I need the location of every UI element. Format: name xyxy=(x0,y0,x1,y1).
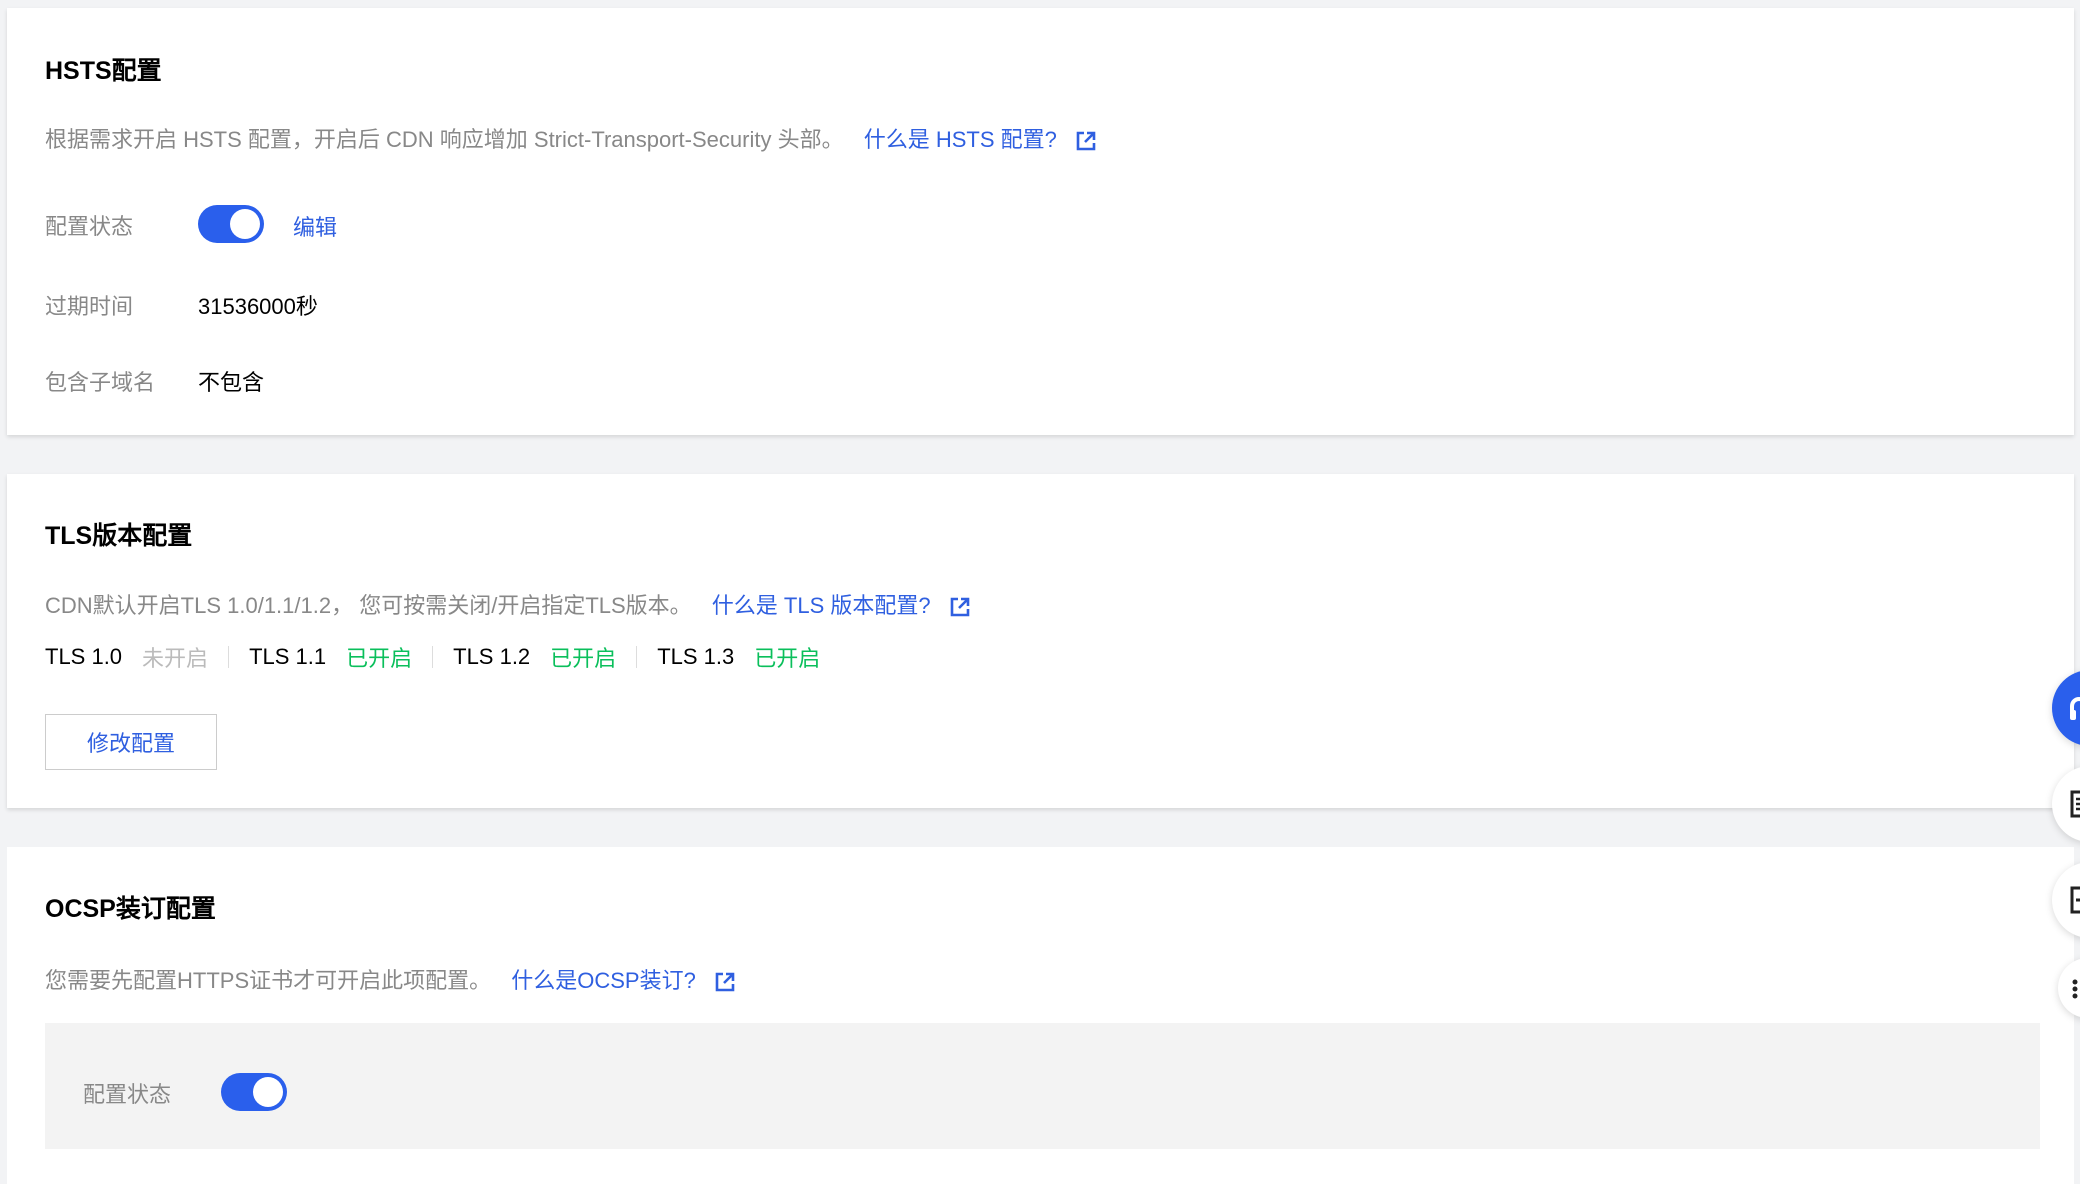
ocsp-description: 您需要先配置HTTPS证书才可开启此项配置。 什么是OCSP装订? xyxy=(45,963,736,995)
external-link-icon[interactable] xyxy=(1075,130,1097,152)
hsts-subdomain-value: 不包含 xyxy=(198,370,265,395)
tls-version-name: TLS 1.1 xyxy=(249,644,327,669)
feedback-icon xyxy=(2070,886,2080,919)
divider xyxy=(228,646,230,668)
hsts-status-label: 配置状态 xyxy=(45,214,134,239)
toggle-knob xyxy=(230,209,260,239)
tls-title: TLS版本配置 xyxy=(45,522,193,550)
ocsp-help-link[interactable]: 什么是OCSP装订? xyxy=(511,968,696,993)
ocsp-card: OCSP装订配置 您需要先配置HTTPS证书才可开启此项配置。 什么是OCSP装… xyxy=(7,847,2074,1184)
toggle-knob xyxy=(253,1077,283,1107)
tls-version-item: TLS 1.0 未开启 xyxy=(45,641,208,673)
tls-desc-text: CDN默认开启TLS 1.0/1.1/1.2， 您可按需关闭/开启指定TLS版本… xyxy=(45,593,692,618)
hsts-expire-label: 过期时间 xyxy=(45,294,134,319)
divider xyxy=(432,646,434,668)
tls-description: CDN默认开启TLS 1.0/1.1/1.2， 您可按需关闭/开启指定TLS版本… xyxy=(45,588,971,620)
external-link-icon[interactable] xyxy=(949,596,971,618)
ocsp-title: OCSP装订配置 xyxy=(45,895,216,923)
tls-version-status: 已开启 xyxy=(550,646,617,671)
tls-version-name: TLS 1.0 xyxy=(45,644,123,669)
hsts-desc-text: 根据需求开启 HSTS 配置，开启后 CDN 响应增加 Strict-Trans… xyxy=(45,127,844,152)
hsts-subdomain-label: 包含子域名 xyxy=(45,370,156,395)
hsts-card: HSTS配置 根据需求开启 HSTS 配置，开启后 CDN 响应增加 Stric… xyxy=(7,8,2074,435)
tls-version-status: 未开启 xyxy=(142,646,209,671)
hsts-expire-value: 31536000秒 xyxy=(198,294,318,319)
tls-version-item: TLS 1.3 已开启 xyxy=(657,641,820,673)
hsts-help-link[interactable]: 什么是 HSTS 配置? xyxy=(864,127,1057,152)
tls-version-status: 已开启 xyxy=(346,646,413,671)
headset-icon xyxy=(2068,692,2080,729)
hsts-title: HSTS配置 xyxy=(45,57,162,85)
tls-version-list: TLS 1.0 未开启 TLS 1.1 已开启 TLS 1.2 已开启 TLS … xyxy=(45,641,820,673)
hsts-status-toggle[interactable] xyxy=(198,205,264,243)
ocsp-desc-text: 您需要先配置HTTPS证书才可开启此项配置。 xyxy=(45,968,492,993)
tls-card: TLS版本配置 CDN默认开启TLS 1.0/1.1/1.2， 您可按需关闭/开… xyxy=(7,474,2074,808)
tls-help-link[interactable]: 什么是 TLS 版本配置? xyxy=(712,593,931,618)
ocsp-settings-panel: 配置状态 xyxy=(45,1023,2040,1149)
tls-version-name: TLS 1.3 xyxy=(657,644,735,669)
tls-version-item: TLS 1.2 已开启 xyxy=(453,641,616,673)
external-link-icon[interactable] xyxy=(714,971,736,993)
modify-config-button[interactable]: 修改配置 xyxy=(45,714,217,770)
hsts-description: 根据需求开启 HSTS 配置，开启后 CDN 响应增加 Strict-Trans… xyxy=(45,122,1097,154)
ocsp-status-label: 配置状态 xyxy=(83,1082,172,1107)
tls-version-name: TLS 1.2 xyxy=(453,644,531,669)
divider xyxy=(636,646,638,668)
more-icon xyxy=(2072,978,2080,1005)
ocsp-status-toggle[interactable] xyxy=(221,1073,287,1111)
hsts-edit-link[interactable]: 编辑 xyxy=(293,210,337,242)
document-icon xyxy=(2070,790,2080,823)
tls-version-item: TLS 1.1 已开启 xyxy=(249,641,412,673)
tls-version-status: 已开启 xyxy=(754,646,821,671)
